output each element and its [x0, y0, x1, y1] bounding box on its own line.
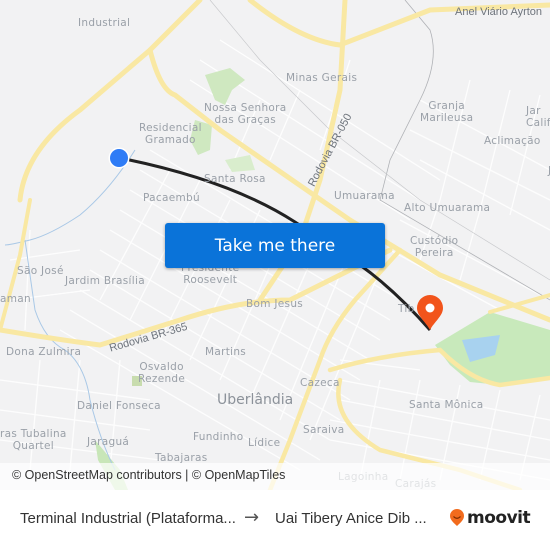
- attribution-text[interactable]: © OpenStreetMap contributors | © OpenMap…: [12, 468, 285, 482]
- map-label-jaragua: Jaraguá: [87, 436, 130, 448]
- map-label-alto-umuarama: Alto Umuarama: [404, 202, 491, 214]
- map-label-uberlandia: Uberlândia: [217, 392, 294, 408]
- map-label-pacaembu: Pacaembú: [143, 192, 200, 204]
- moovit-wordmark: moovit: [467, 508, 531, 528]
- map-label-lidice: Lídice: [248, 437, 281, 449]
- map-label-nossa-senhora: Nossa Senhora das Graças: [204, 102, 287, 126]
- map-label-dona-zulmira: Dona Zulmira: [6, 346, 82, 358]
- map-label-aman: aman: [0, 293, 31, 305]
- park-area: [205, 68, 245, 105]
- origin-marker[interactable]: [110, 149, 128, 167]
- map-label-industrial: Industrial: [78, 17, 131, 29]
- destination-pin-icon[interactable]: [417, 295, 443, 330]
- map-label-cazeca: Cazeca: [300, 377, 340, 389]
- map-label-saraiva: Saraiva: [303, 424, 345, 436]
- map-label-residencial-gramado: Residencial Gramado: [139, 122, 202, 146]
- map-label-tubalina: ras Tubalina Quartel: [0, 428, 67, 452]
- moovit-logo[interactable]: moovit: [449, 508, 531, 528]
- map-label-daniel-fonseca: Daniel Fonseca: [77, 400, 161, 412]
- map-label-martins: Martins: [205, 346, 247, 358]
- map-label-jardim-brasilia: Jardim Brasília: [65, 275, 145, 287]
- map-label-granja-marileusa: Granja Marileusa: [420, 100, 474, 124]
- map-label-umuarama: Umuarama: [334, 190, 395, 202]
- map-view[interactable]: Industrial Anel Viário Ayrton Minas Gera…: [0, 0, 550, 490]
- map-label-anel-viario: Anel Viário Ayrton: [455, 6, 543, 18]
- map-label-bom-jesus: Bom Jesus: [246, 298, 304, 310]
- map-label-santa-rosa: Santa Rosa: [204, 173, 266, 185]
- map-label-tibery: Tib: [398, 303, 415, 315]
- map-label-aclimacao: Aclimação: [484, 135, 541, 147]
- map-label-osvaldo-rezende: Osvaldo Rezende: [138, 361, 186, 385]
- map-label-jardim-california: Jar Calif: [526, 105, 550, 129]
- map-label-minas-gerais: Minas Gerais: [286, 72, 358, 84]
- destination-stop-name: Uai Tibery Anice Dib ...: [275, 510, 427, 527]
- map-label-custodio-pereira: Custódio Pereira: [410, 235, 459, 259]
- map-label-sao-jose: São José: [17, 265, 64, 277]
- origin-stop-name: Terminal Industrial (Plataforma...: [20, 510, 236, 527]
- map-label-santa-monica: Santa Mônica: [409, 399, 484, 411]
- map-label-fundinho: Fundinho: [193, 431, 244, 443]
- take-me-there-button[interactable]: Take me there: [165, 223, 385, 268]
- moovit-pin-icon: [450, 509, 464, 526]
- park-area: [225, 155, 255, 172]
- arrow-right-icon: →: [244, 507, 260, 528]
